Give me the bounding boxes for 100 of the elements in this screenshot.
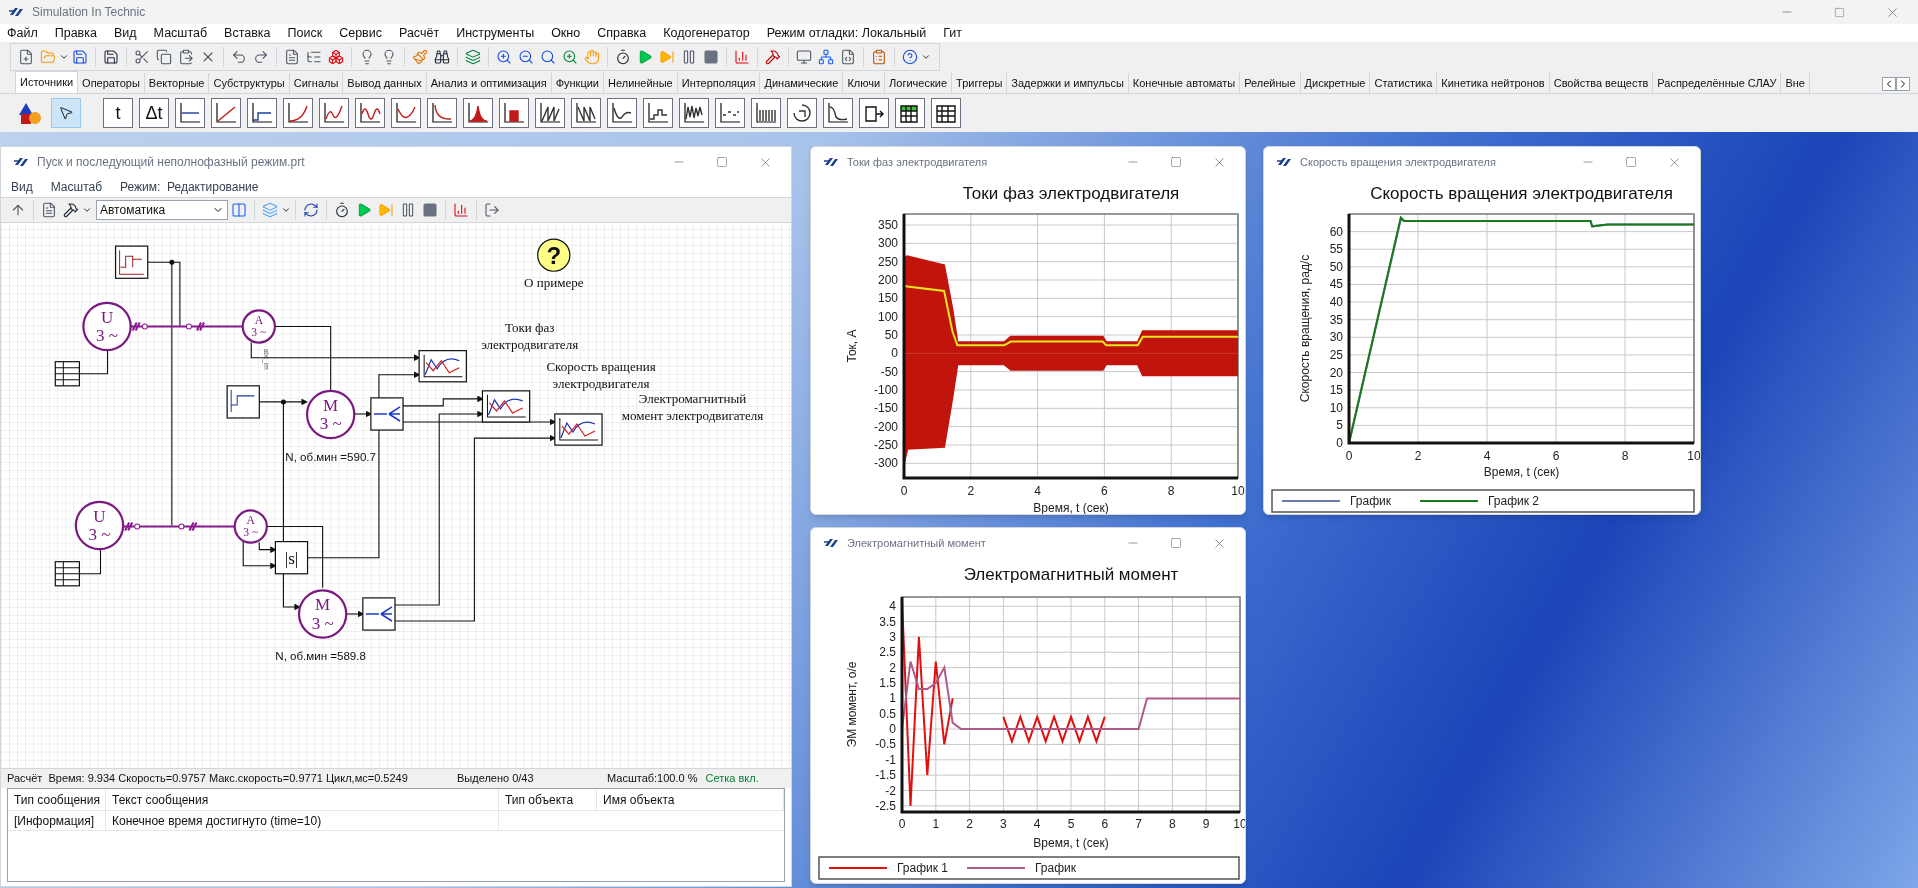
table-block-icon[interactable] — [931, 98, 961, 128]
exit-icon[interactable] — [484, 202, 500, 218]
dashed-block-icon[interactable] — [751, 98, 781, 128]
menu-item[interactable]: Сервис — [339, 23, 382, 43]
exp-rise-block-icon[interactable] — [283, 98, 313, 128]
ramp-block-icon[interactable] — [211, 98, 241, 128]
document-icon[interactable] — [284, 49, 300, 65]
paste-icon[interactable] — [178, 49, 194, 65]
palette-tab[interactable]: Субструктуры — [209, 73, 290, 93]
help-icon[interactable] — [902, 49, 918, 65]
palette-tab[interactable]: Конечные автоматы — [1128, 73, 1241, 93]
table-out-block-icon[interactable] — [895, 98, 925, 128]
new-file-icon[interactable] — [18, 49, 34, 65]
palette-tab[interactable]: Анализ и оптимизация — [426, 73, 552, 93]
undo-icon[interactable] — [231, 49, 247, 65]
menu-item[interactable]: Вид — [113, 23, 137, 43]
tree-icon[interactable] — [306, 49, 322, 65]
column-header[interactable]: Тип объекта — [499, 789, 597, 810]
column-header[interactable]: Текст сообщения — [106, 789, 499, 810]
help-circle[interactable] — [537, 238, 571, 272]
rect-block-icon[interactable] — [499, 98, 529, 128]
lightbulb-icon[interactable] — [359, 49, 375, 65]
caret-icon[interactable] — [921, 52, 931, 62]
code-file-icon[interactable] — [840, 49, 856, 65]
signal-source-block[interactable] — [114, 245, 149, 279]
sine-block-icon[interactable] — [355, 98, 385, 128]
menu-item[interactable]: Гит — [943, 23, 963, 43]
abs-block[interactable] — [274, 541, 309, 575]
scroll-right-icon[interactable] — [1896, 77, 1910, 91]
palette-tab[interactable]: Распределённые СЛАУ — [1653, 73, 1782, 93]
palette-tab[interactable]: Функции — [551, 73, 604, 93]
dotted-block-icon[interactable] — [715, 98, 745, 128]
noise-block-icon[interactable] — [679, 98, 709, 128]
menu-item[interactable]: Поиск — [287, 23, 323, 43]
scroll-left-icon[interactable] — [1882, 77, 1896, 91]
palette-tab[interactable]: Вне — [1781, 73, 1810, 93]
menu-item[interactable]: Масштаб — [153, 23, 208, 43]
palette-tab[interactable]: Логические — [885, 73, 953, 93]
menu-item[interactable]: Режим отладки: Локальный — [766, 23, 927, 43]
step-block-icon[interactable] — [175, 98, 205, 128]
caret-icon[interactable] — [59, 52, 69, 62]
signal-splitter-block[interactable] — [370, 397, 404, 431]
play-icon[interactable] — [356, 202, 372, 218]
palette-tab[interactable]: Задержки и импульсы — [1007, 73, 1129, 93]
delayed-step-block-icon[interactable] — [247, 98, 277, 128]
staircase-block-icon[interactable] — [643, 98, 673, 128]
table-icon[interactable] — [54, 561, 80, 587]
save-all-icon[interactable] — [103, 49, 119, 65]
cut-icon[interactable] — [134, 49, 150, 65]
column-header[interactable]: Имя объекта — [597, 789, 784, 810]
palette-tab[interactable]: Сигналы — [289, 73, 344, 93]
reverse-saw-block-icon[interactable] — [571, 98, 601, 128]
chart-icon[interactable] — [453, 202, 469, 218]
pointer-tool[interactable] — [51, 98, 81, 128]
palette-tab[interactable]: Операторы — [78, 73, 145, 93]
stop-icon[interactable] — [422, 202, 438, 218]
menu-item[interactable]: Режим: Редактирование — [120, 178, 259, 196]
document-icon[interactable] — [41, 202, 57, 218]
rotate-block-icon[interactable] — [787, 98, 817, 128]
block-button[interactable]: Δt — [139, 98, 169, 128]
play-icon[interactable] — [637, 49, 653, 65]
save-icon[interactable] — [72, 49, 88, 65]
menu-item[interactable]: Справка — [597, 23, 647, 43]
step-source-block[interactable] — [226, 385, 260, 419]
palette-tab[interactable]: Кинетика нейтронов — [1437, 73, 1550, 93]
search-icon[interactable] — [540, 49, 556, 65]
pause-icon[interactable] — [400, 202, 416, 218]
pause-icon[interactable] — [681, 49, 697, 65]
parabola-block-icon[interactable] — [391, 98, 421, 128]
sawtooth-block-icon[interactable] — [535, 98, 565, 128]
scope-block[interactable] — [481, 390, 531, 423]
zoom-out-icon[interactable] — [518, 49, 534, 65]
menu-item[interactable]: Масштаб — [50, 178, 103, 196]
chart-icon[interactable] — [734, 49, 750, 65]
scope-block[interactable] — [418, 350, 467, 383]
menu-item[interactable]: Расчёт — [399, 23, 440, 43]
palette-tab[interactable]: Триггеры — [952, 73, 1008, 93]
palette-tab[interactable]: Динамические — [760, 73, 844, 93]
copy-icon[interactable] — [156, 49, 172, 65]
menu-item[interactable]: Файл — [7, 23, 38, 43]
palette-tab[interactable]: Интерполяция — [677, 73, 761, 93]
palette-tab[interactable]: Ключи — [843, 73, 886, 93]
palette-tab[interactable]: Статистика — [1370, 73, 1438, 93]
refresh-icon[interactable] — [303, 202, 319, 218]
palette-tab[interactable]: Векторные — [144, 73, 210, 93]
binoculars-icon[interactable] — [434, 49, 450, 65]
menu-item[interactable]: Кодогенератор — [663, 23, 750, 43]
file-block-icon[interactable] — [859, 98, 889, 128]
timer-icon[interactable] — [334, 202, 350, 218]
menu-item[interactable]: Вставка — [224, 23, 271, 43]
signal-splitter-block[interactable] — [362, 597, 396, 631]
damped-block-icon[interactable] — [823, 98, 853, 128]
palette-tab[interactable]: Свойства веществ — [1549, 73, 1654, 93]
blocks-icon[interactable] — [328, 49, 344, 65]
caret-icon[interactable] — [281, 205, 291, 215]
palette-tab[interactable]: Нелинейные — [604, 73, 678, 93]
monitor-icon[interactable] — [796, 49, 812, 65]
mode-select[interactable]: Автоматика — [96, 200, 228, 220]
motor[interactable] — [297, 589, 348, 639]
stop-icon[interactable] — [703, 49, 719, 65]
